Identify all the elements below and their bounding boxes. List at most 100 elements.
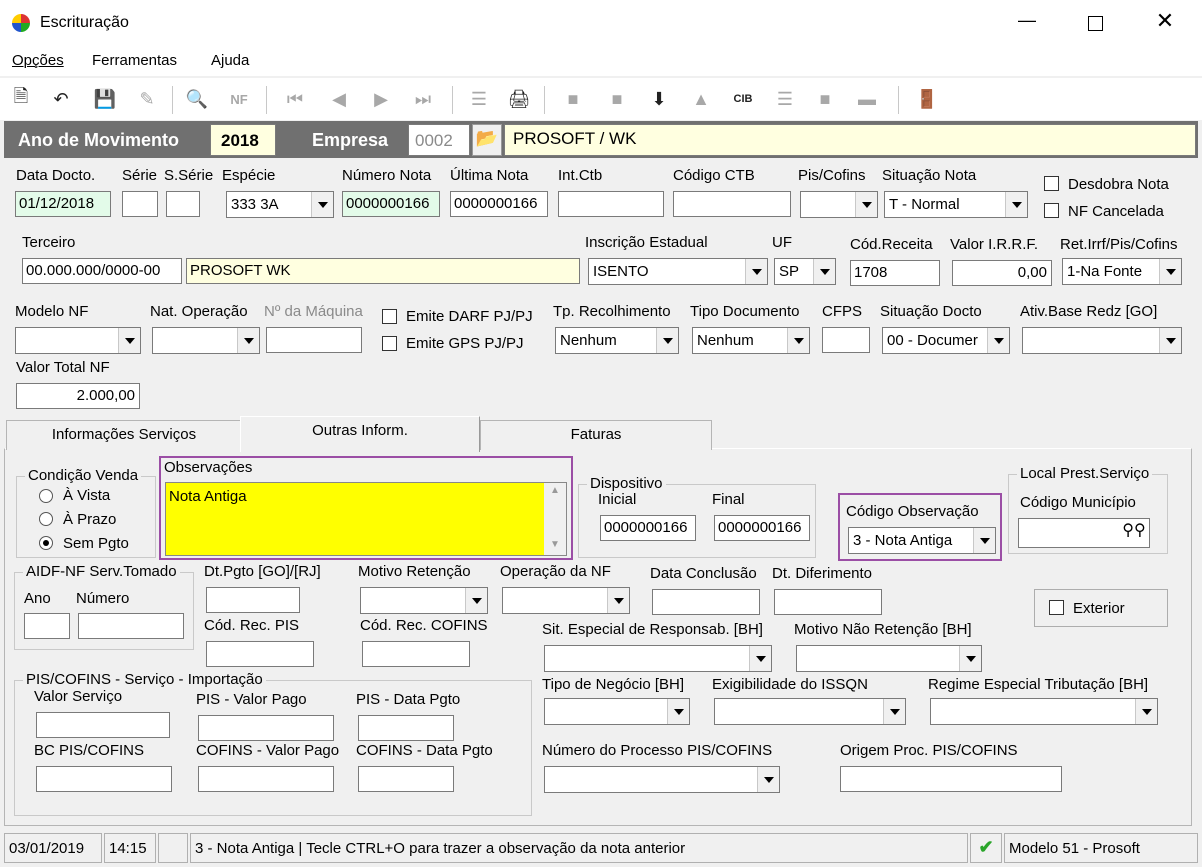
codigo-ctb-field[interactable] xyxy=(673,191,791,217)
undo-icon[interactable]: ↶ xyxy=(48,86,74,112)
nfe-icon[interactable]: NF xyxy=(226,86,252,112)
previous-record-icon[interactable]: ◀ xyxy=(326,86,352,112)
aprazo-radio[interactable] xyxy=(39,512,53,526)
uf-select[interactable]: SP xyxy=(774,258,836,285)
next-record-icon[interactable]: ▶ xyxy=(368,86,394,112)
chevron-down-icon[interactable] xyxy=(667,699,689,724)
codigo-observacao-select[interactable]: 3 - Nota Antiga xyxy=(848,527,996,554)
menu-opcoes[interactable]: Opções xyxy=(12,52,64,69)
tab-informacoes-servicos[interactable]: Informações Serviços xyxy=(6,420,242,450)
list-icon[interactable]: ☰ xyxy=(772,86,798,112)
valor-total-field[interactable]: 2.000,00 xyxy=(16,383,140,409)
codreceita-field[interactable]: 1708 xyxy=(850,260,940,286)
avista-radio[interactable] xyxy=(39,489,53,503)
empresa-code-field[interactable]: 0002 xyxy=(408,124,470,156)
desdobra-nota-checkbox[interactable] xyxy=(1044,176,1059,191)
terceiro-doc-field[interactable]: 00.000.000/0000-00 xyxy=(22,258,182,284)
intctb-field[interactable] xyxy=(558,191,664,217)
pis-valor-field[interactable] xyxy=(198,715,334,741)
piscofins-select[interactable] xyxy=(800,191,878,218)
data-conclusao-field[interactable] xyxy=(652,589,760,615)
chevron-down-icon[interactable] xyxy=(855,192,877,217)
dt-pgto-field[interactable] xyxy=(206,587,300,613)
tree-icon[interactable]: ☰ xyxy=(466,86,492,112)
tipo-documento-select[interactable]: Nenhum xyxy=(692,327,810,354)
irrf-field[interactable]: 0,00 xyxy=(952,260,1052,286)
tp-recolhimento-select[interactable]: Nenhum xyxy=(555,327,679,354)
chevron-down-icon[interactable] xyxy=(973,528,995,553)
first-record-icon[interactable]: ⏮ xyxy=(282,86,308,112)
ano-movimento-field[interactable]: 2018 xyxy=(210,124,276,156)
tab-outras-inform[interactable]: Outras Inform. xyxy=(240,416,480,452)
download-icon[interactable]: ⬇ xyxy=(646,86,672,112)
origem-proc-field[interactable] xyxy=(840,766,1062,792)
serie-field[interactable] xyxy=(122,191,158,217)
chevron-down-icon[interactable] xyxy=(883,699,905,724)
exigibilidade-select[interactable] xyxy=(714,698,906,725)
dt-diferimento-field[interactable] xyxy=(774,589,882,615)
terceiro-name-field[interactable]: PROSOFT WK xyxy=(186,258,580,284)
group-icon[interactable]: ▲ xyxy=(688,86,714,112)
cib-icon[interactable]: CIB xyxy=(730,86,756,112)
preview-icon[interactable]: 🔍 xyxy=(184,86,210,112)
chevron-down-icon[interactable] xyxy=(787,328,809,353)
chevron-down-icon[interactable] xyxy=(757,767,779,792)
sit-especial-select[interactable] xyxy=(544,645,772,672)
chevron-down-icon[interactable] xyxy=(1159,259,1181,284)
chevron-down-icon[interactable] xyxy=(813,259,835,284)
final-field[interactable]: 0000000166 xyxy=(714,515,810,541)
last-record-icon[interactable]: ⏭ xyxy=(410,86,436,112)
textarea-scrollbar[interactable]: ▲ ▼ xyxy=(544,483,566,555)
exterior-button[interactable]: Exterior xyxy=(1034,589,1168,627)
retirrf-select[interactable]: 1-Na Fonte xyxy=(1062,258,1182,285)
chevron-down-icon[interactable] xyxy=(656,328,678,353)
exterior-checkbox[interactable] xyxy=(1049,600,1064,615)
situacao-docto-select[interactable]: 00 - Documer xyxy=(882,327,1010,354)
chevron-down-icon[interactable] xyxy=(607,588,629,613)
chevron-down-icon[interactable] xyxy=(1135,699,1157,724)
save-icon[interactable]: 💾 xyxy=(92,86,118,112)
motivo-retencao-select[interactable] xyxy=(360,587,488,614)
num-processo-select[interactable] xyxy=(544,766,780,793)
open-folder-icon[interactable]: 📂 xyxy=(472,124,502,156)
close-button[interactable]: ✕ xyxy=(1150,8,1180,36)
modelo-nf-select[interactable] xyxy=(15,327,141,354)
pis-data-field[interactable] xyxy=(358,715,454,741)
regime-especial-select[interactable] xyxy=(930,698,1158,725)
document-icon[interactable]: ■ xyxy=(560,86,586,112)
chevron-down-icon[interactable] xyxy=(311,192,333,217)
inicial-field[interactable]: 0000000166 xyxy=(600,515,696,541)
chevron-down-icon[interactable] xyxy=(959,646,981,671)
chevron-down-icon[interactable] xyxy=(465,588,487,613)
cofins-data-field[interactable] xyxy=(358,766,454,792)
motivo-nao-retencao-select[interactable] xyxy=(796,645,982,672)
especie-select[interactable]: 333 3A xyxy=(226,191,334,218)
maximize-button[interactable] xyxy=(1080,10,1110,38)
exit-icon[interactable]: 🚪 xyxy=(914,86,940,112)
data-docto-field[interactable]: 01/12/2018 xyxy=(15,191,111,217)
nf-cancelada-checkbox[interactable] xyxy=(1044,203,1059,218)
ie-select[interactable]: ISENTO xyxy=(588,258,768,285)
sserie-field[interactable] xyxy=(166,191,200,217)
sempgto-radio[interactable] xyxy=(39,536,53,550)
valor-servico-field[interactable] xyxy=(36,712,170,738)
folder-icon[interactable]: ■ xyxy=(604,86,630,112)
chevron-down-icon[interactable] xyxy=(745,259,767,284)
chevron-down-icon[interactable] xyxy=(1159,328,1181,353)
chevron-down-icon[interactable] xyxy=(987,328,1009,353)
emite-gps-checkbox[interactable] xyxy=(382,336,397,351)
chevron-down-icon[interactable] xyxy=(118,328,140,353)
aidf-numero-field[interactable] xyxy=(78,613,184,639)
minimize-button[interactable]: — xyxy=(1012,10,1042,38)
aidf-ano-field[interactable] xyxy=(24,613,70,639)
observacoes-textarea[interactable]: Nota Antiga ▲ ▼ xyxy=(165,482,567,556)
calculator-icon[interactable]: 🖨 xyxy=(506,86,532,112)
bc-piscofins-field[interactable] xyxy=(36,766,172,792)
ultima-nota-field[interactable]: 0000000166 xyxy=(450,191,548,217)
emite-darf-checkbox[interactable] xyxy=(382,309,397,324)
scroll-up-icon[interactable]: ▲ xyxy=(550,485,560,496)
cfps-field[interactable] xyxy=(822,327,870,353)
cod-rec-cofins-field[interactable] xyxy=(362,641,470,667)
delete-icon[interactable]: ✎ xyxy=(134,86,160,112)
operacao-nf-select[interactable] xyxy=(502,587,630,614)
